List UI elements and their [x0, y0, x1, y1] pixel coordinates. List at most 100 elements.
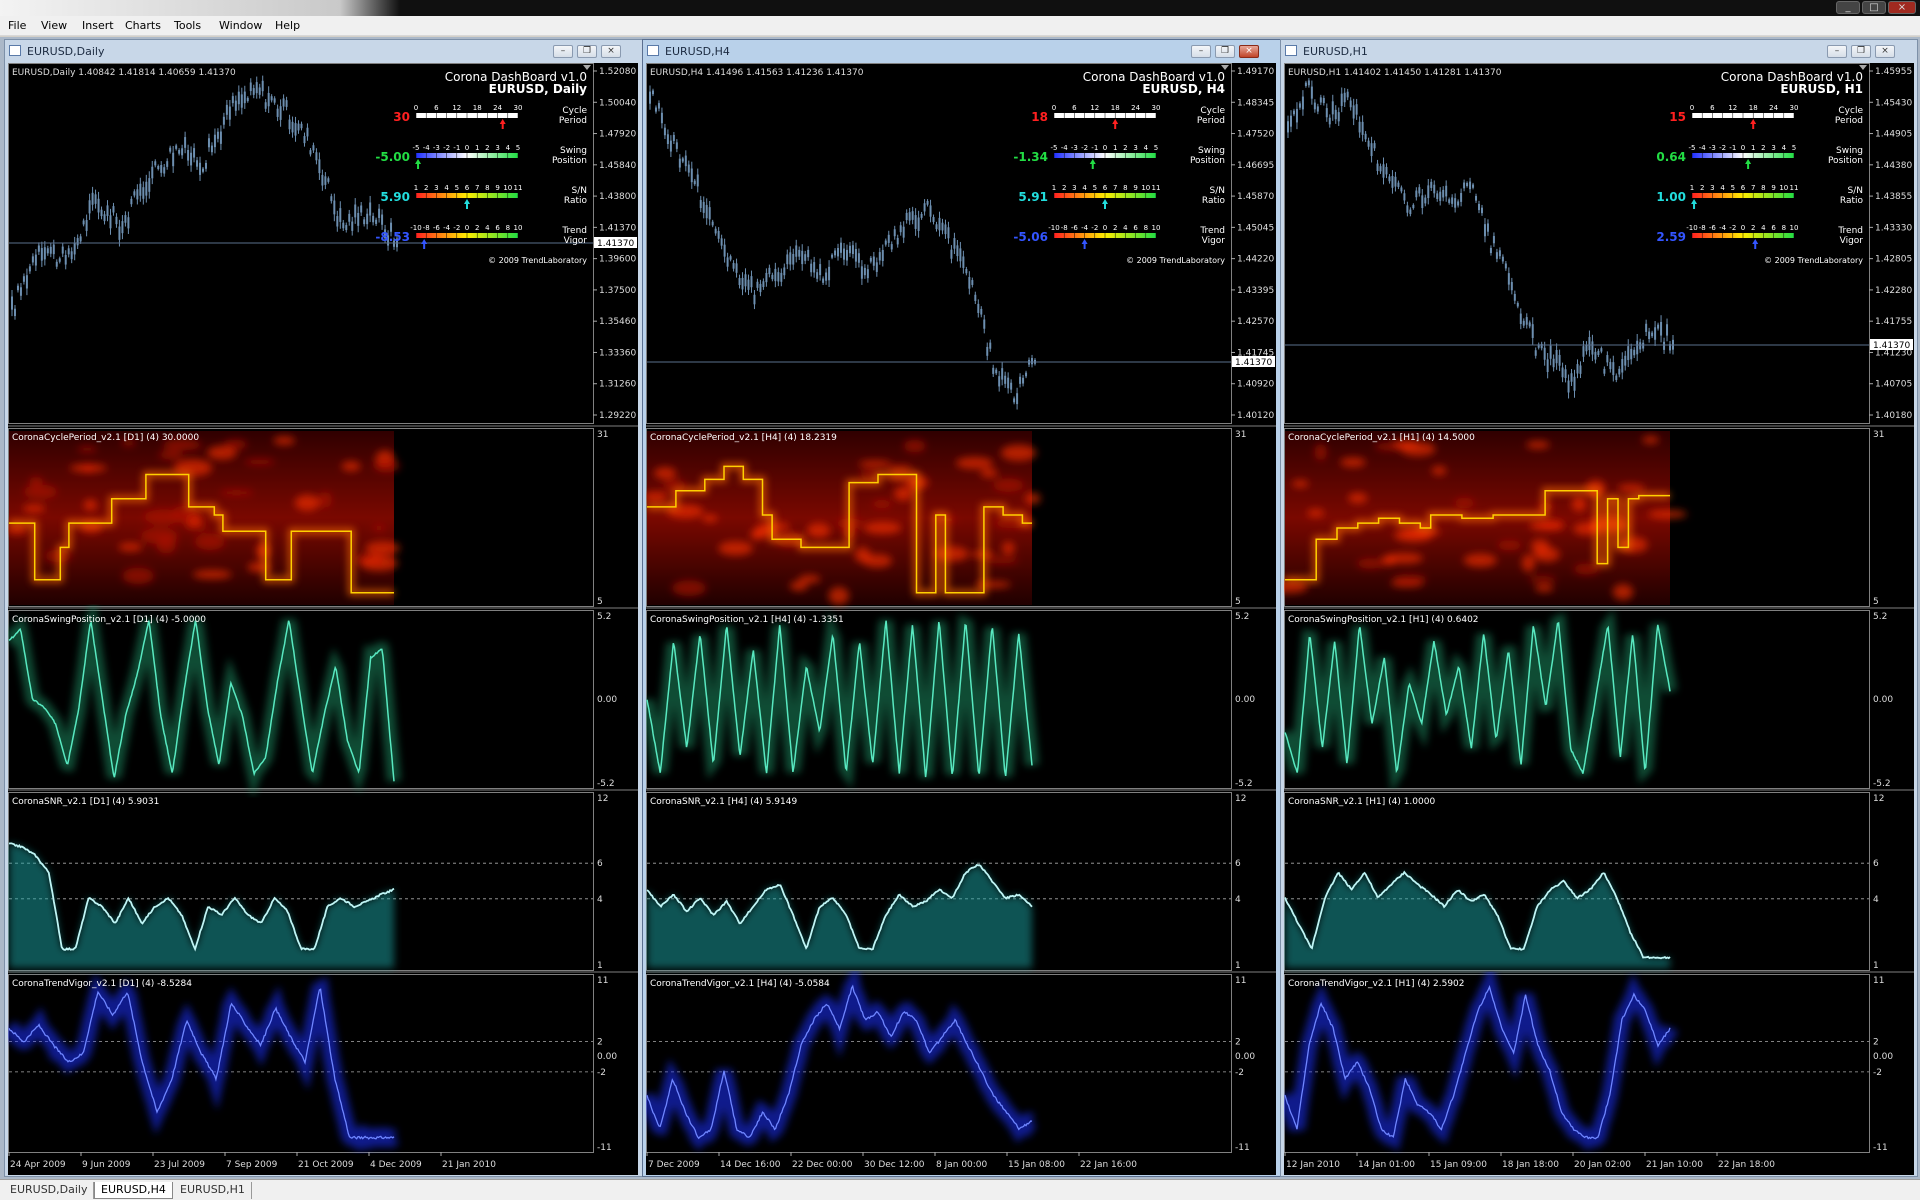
chart-window-2[interactable]: EURUSD,H1 – ❐ × 1.45955 1.45430 1.44905 1.44380… — [1280, 39, 1918, 1177]
close-icon[interactable]: × — [601, 45, 621, 58]
close-icon[interactable]: × — [1875, 45, 1895, 58]
dash-scale-tick: 2 — [1113, 224, 1117, 232]
price-tick-label: 1.40180 — [1875, 411, 1912, 421]
price-tick-label: 1.43330 — [1875, 223, 1912, 233]
dash-scale-tick: 0 — [1690, 104, 1694, 112]
dash-scale-tick: 4 — [1082, 184, 1087, 192]
dash-scale-tick: 10 — [1790, 224, 1799, 232]
dash-label: Trend — [1837, 226, 1863, 236]
price-tick-label: 1.47920 — [599, 130, 636, 140]
dash-scale-tick: 6 — [1103, 184, 1108, 192]
trend-axis-label: 2 — [1235, 1038, 1241, 1048]
menu-charts[interactable]: Charts — [125, 19, 161, 32]
restore-icon[interactable]: ❐ — [577, 45, 597, 58]
dash-scale-tick: 6 — [1771, 224, 1776, 232]
dash-scale-tick: 4 — [506, 144, 511, 152]
dash-scale-tick: 5 — [455, 184, 459, 192]
snr-axis-label: 12 — [597, 794, 608, 804]
dash-scale-tick: -10 — [410, 224, 421, 232]
menu-file[interactable]: File — [8, 19, 26, 32]
minimize-icon[interactable]: – — [1827, 45, 1847, 58]
snr-axis-label: 12 — [1873, 794, 1884, 804]
dash-scale-tick: 4 — [1144, 144, 1149, 152]
dash-scale-tick: -1 — [453, 144, 460, 152]
time-tick-label: 21 Jan 2010 — [442, 1160, 496, 1170]
dash-scale-tick: 7 — [475, 184, 479, 192]
time-tick-label: 4 Dec 2009 — [370, 1160, 422, 1170]
dash-scale-tick: -4 — [1081, 224, 1089, 232]
price-tick-label: 1.31260 — [599, 380, 636, 390]
dash-scale-tick: 0 — [1103, 144, 1107, 152]
dash-scale-tick: 4 — [1761, 224, 1766, 232]
cycle-axis-max: 31 — [1873, 430, 1884, 440]
dash-label: Trend — [1199, 226, 1225, 236]
dash-scale-tick: 18 — [473, 104, 482, 112]
dash-scale-tick: -10 — [1048, 224, 1059, 232]
dash-scale-tick: -2 — [1719, 144, 1726, 152]
price-tick-label: 1.40920 — [1237, 380, 1274, 390]
menu-tools[interactable]: Tools — [174, 19, 201, 32]
dash-scale-tick: 10 — [503, 184, 512, 192]
menu-insert[interactable]: Insert — [82, 19, 114, 32]
dash-scale-tick: -2 — [1081, 144, 1088, 152]
chart-window-0[interactable]: EURUSD,Daily – ❐ × 1.52080 1.50040 1.47920 1.45… — [4, 39, 644, 1177]
menu-help[interactable]: Help — [275, 19, 300, 32]
price-tick-label: 1.42280 — [1875, 286, 1912, 296]
chart-window-titlebar[interactable]: EURUSD,H4 – ❐ × — [643, 40, 1281, 62]
menu-window[interactable]: Window — [219, 19, 262, 32]
dash-value: -5.00 — [375, 150, 410, 164]
chart-window-titlebar[interactable]: EURUSD,Daily – ❐ × — [5, 40, 643, 62]
tab-eurusd-h1[interactable]: EURUSD,H1 — [174, 1182, 252, 1199]
maximize-app-button[interactable]: □ — [1862, 1, 1886, 14]
dash-scale-tick: 18 — [1749, 104, 1758, 112]
restore-icon[interactable]: ❐ — [1851, 45, 1871, 58]
tab-eurusd-h4[interactable]: EURUSD,H4 — [94, 1182, 173, 1199]
chart-window-titlebar[interactable]: EURUSD,H1 – ❐ × — [1281, 40, 1917, 62]
snr-axis-label: 1 — [1873, 961, 1879, 971]
dash-scale-tick: 5 — [1093, 184, 1097, 192]
dash-scale-tick: 18 — [1111, 104, 1120, 112]
trend-pane-title: CoronaTrendVigor_v2.1 [D1] (4) -8.5284 — [12, 979, 192, 989]
minimize-icon[interactable]: – — [553, 45, 573, 58]
dash-value: 1.00 — [1656, 190, 1686, 204]
dash-scale-tick: 10 — [1779, 184, 1788, 192]
dash-scale-tick: 8 — [485, 184, 489, 192]
dash-scale-tick: 8 — [1782, 224, 1786, 232]
tab-eurusd-daily[interactable]: EURUSD,Daily — [4, 1182, 95, 1199]
menu-view[interactable]: View — [41, 19, 67, 32]
chart-window-1[interactable]: EURUSD,H4 – ❐ × 1.49170 1.48345 1.47520 1.46695… — [642, 39, 1282, 1177]
dash-label: Ratio — [564, 196, 588, 206]
dash-scale-tick: -8 — [1061, 224, 1068, 232]
swing-axis-max: 5.2 — [597, 612, 611, 622]
trend-axis-label: -11 — [597, 1143, 612, 1153]
price-tick-label: 1.42805 — [1875, 255, 1912, 265]
dash-scale-tick: 2 — [485, 144, 489, 152]
minimize-app-button[interactable]: _ — [1836, 1, 1860, 14]
dash-scale-tick: 5 — [1731, 184, 1735, 192]
dash-scale-tick: -1 — [1091, 144, 1098, 152]
dash-scale-tick: -6 — [1709, 224, 1717, 232]
dash-scale-tick: 8 — [1761, 184, 1765, 192]
price-tick-label: 1.43395 — [1237, 286, 1274, 296]
minimize-icon[interactable]: – — [1191, 45, 1211, 58]
restore-icon[interactable]: ❐ — [1215, 45, 1235, 58]
price-tick-label: 1.29220 — [599, 411, 636, 421]
dash-scale-tick: 30 — [1790, 104, 1799, 112]
dash-copyright: © 2009 TrendLaboratory — [488, 256, 587, 265]
dash-label: Position — [552, 156, 587, 166]
chart-canvas[interactable]: 1.49170 1.48345 1.47520 1.46695 1.45870 1.450… — [646, 63, 1276, 1175]
dash-scale-tick: 3 — [1771, 144, 1775, 152]
dash-label: Cycle — [562, 106, 587, 116]
close-app-button[interactable]: × — [1888, 1, 1916, 14]
swing-axis-mid: 0.00 — [597, 695, 617, 705]
chart-canvas[interactable]: 1.45955 1.45430 1.44905 1.44380 1.43855 1.433… — [1284, 63, 1914, 1175]
close-icon[interactable]: × — [1239, 45, 1259, 58]
ohlc-readout: EURUSD,Daily 1.40842 1.41814 1.40659 1.4… — [12, 68, 236, 78]
dash-scale-tick: -3 — [1071, 144, 1078, 152]
dash-scale-tick: 24 — [1131, 104, 1140, 112]
chart-canvas[interactable]: 1.52080 1.50040 1.47920 1.45840 1.43800 1.413… — [8, 63, 638, 1175]
current-price-label: 1.41370 — [1873, 341, 1910, 351]
dash-scale-tick: -4 — [1699, 144, 1707, 152]
dash-label: Vigor — [1202, 236, 1226, 246]
cycle-axis-min: 5 — [597, 597, 603, 607]
